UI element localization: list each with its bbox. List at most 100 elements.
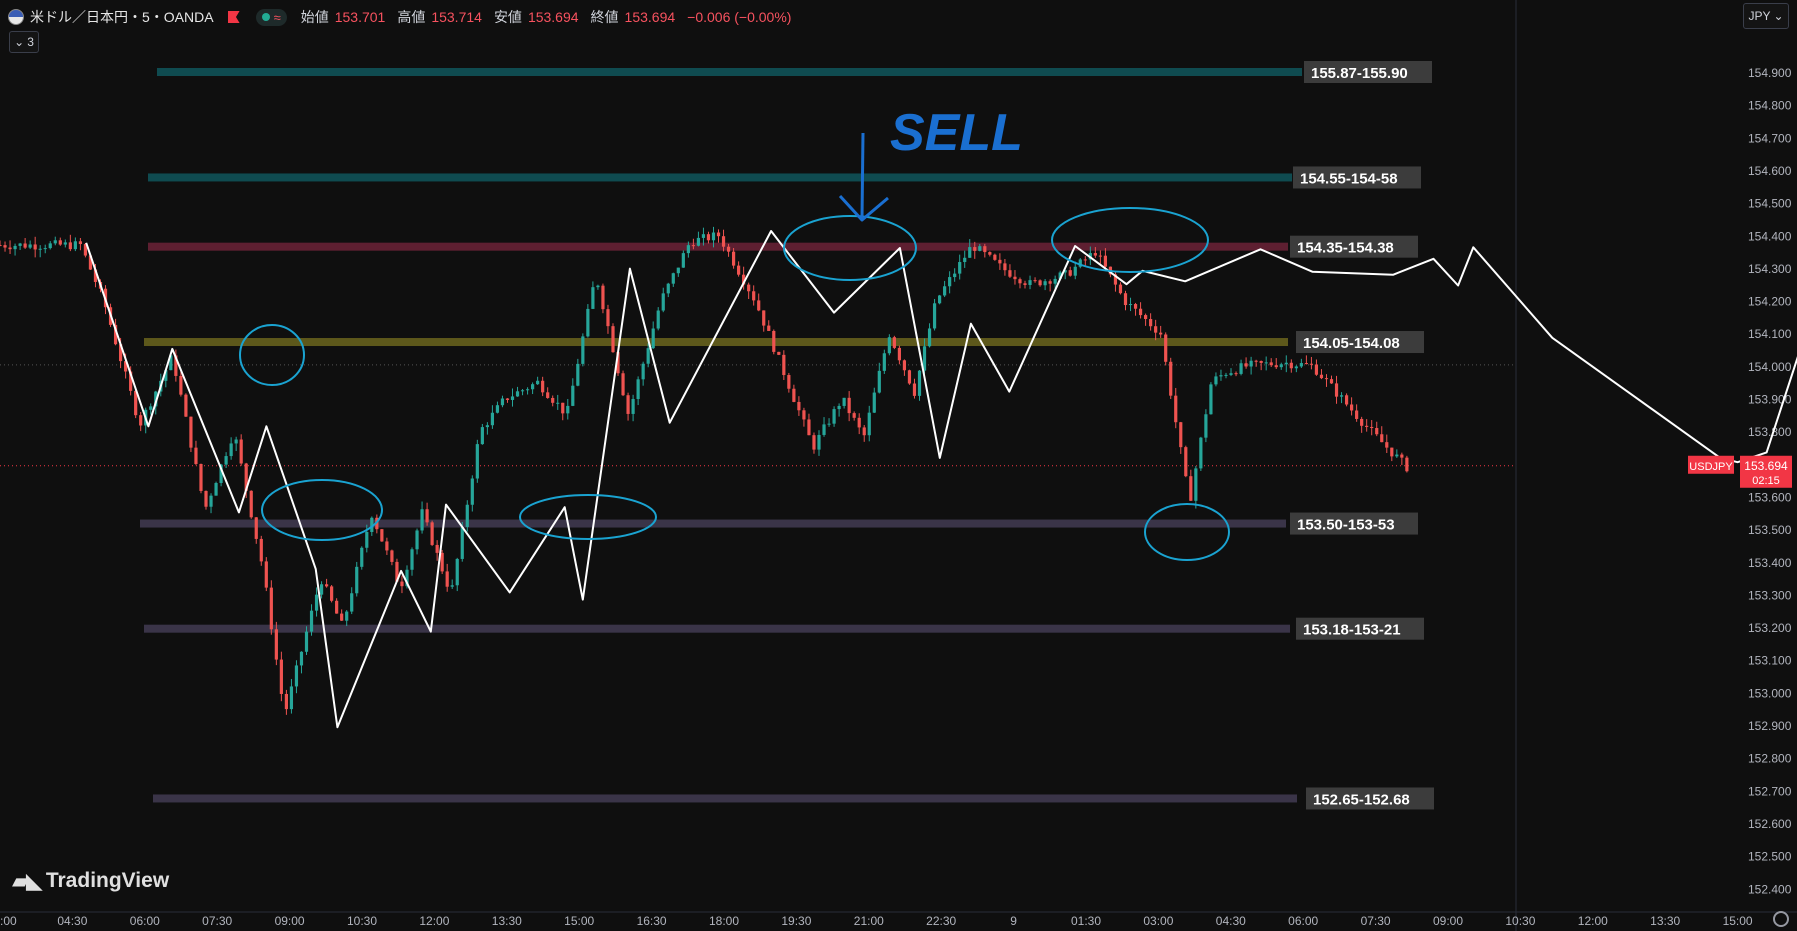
- candle-body: [1154, 326, 1158, 333]
- time-tick-label: 13:30: [1650, 914, 1680, 928]
- support-resistance-zone[interactable]: [148, 242, 1288, 251]
- price-tick-label: 153.800: [1748, 425, 1792, 439]
- support-resistance-zone[interactable]: [148, 173, 1292, 182]
- time-tick-label: 19:30: [781, 914, 811, 928]
- candle-body: [902, 360, 907, 371]
- time-tick-label: 09:00: [1433, 914, 1463, 928]
- candle-body: [309, 610, 314, 632]
- price-tick-label: 153.100: [1748, 654, 1792, 668]
- candle-body: [1390, 447, 1394, 457]
- candle-body: [289, 686, 294, 710]
- price-tick-label: 154.600: [1748, 164, 1792, 178]
- symbol-title[interactable]: 米ドル／日本円・5・OANDA: [30, 7, 214, 27]
- candle-body: [1169, 361, 1173, 396]
- candle-body: [1329, 379, 1334, 384]
- candle-body: [1284, 362, 1288, 365]
- candle-body: [445, 571, 449, 587]
- candle-body: [837, 405, 841, 410]
- support-resistance-zone[interactable]: [144, 338, 1288, 347]
- candle-body: [269, 587, 273, 630]
- candle-body: [1133, 304, 1138, 309]
- indicators-toggle-button[interactable]: ⌄ 3: [9, 31, 39, 53]
- candle-body: [867, 412, 871, 436]
- candle-body: [229, 443, 233, 457]
- market-status-pill[interactable]: ≈: [255, 8, 287, 26]
- price-tick-label: 153.300: [1748, 588, 1792, 602]
- candle-body: [475, 444, 479, 479]
- time-tick-label: 06:00: [130, 914, 160, 928]
- candle-body: [561, 402, 565, 414]
- close-value: 153.694: [624, 9, 676, 25]
- price-tick-label: 154.400: [1748, 229, 1792, 243]
- candle-body: [1294, 366, 1298, 369]
- candle-body: [1360, 418, 1364, 426]
- candle-body: [531, 384, 535, 390]
- candle-body: [239, 439, 243, 464]
- zone-label: 152.65-152.68: [1313, 791, 1410, 808]
- candle-body: [1254, 360, 1258, 362]
- candle-body: [611, 326, 615, 353]
- candle-body: [254, 517, 258, 539]
- candle-body: [1194, 468, 1198, 501]
- candle-body: [541, 380, 545, 393]
- candle-body: [520, 390, 525, 392]
- candle-body: [179, 375, 183, 395]
- currency-button[interactable]: JPY ⌄: [1743, 3, 1789, 29]
- delayed-data-icon: ≈: [273, 9, 281, 25]
- price-tick-label: 152.600: [1748, 817, 1792, 831]
- time-tick-label: 22:30: [926, 914, 956, 928]
- support-resistance-zone[interactable]: [140, 519, 1286, 528]
- candle-body: [465, 504, 469, 527]
- candle-body: [802, 410, 806, 420]
- support-resistance-zone[interactable]: [144, 624, 1290, 633]
- candle-body: [807, 419, 811, 436]
- candle-body: [485, 425, 489, 428]
- candle-body: [1279, 364, 1283, 368]
- time-tick-label: 9: [1010, 914, 1017, 928]
- candle-body: [525, 389, 530, 391]
- candle-body: [932, 303, 937, 329]
- candle-body: [425, 509, 429, 523]
- candle-body: [943, 286, 947, 296]
- candle-body: [953, 273, 957, 278]
- time-tick-label: 15:00: [1723, 914, 1753, 928]
- support-resistance-zone[interactable]: [153, 794, 1297, 803]
- candle-body: [1018, 279, 1022, 284]
- candle-body: [666, 283, 670, 294]
- candle-body: [656, 310, 660, 329]
- candle-body: [58, 240, 62, 245]
- candle-body: [792, 388, 796, 402]
- support-resistance-zone[interactable]: [157, 68, 1302, 76]
- candle-body: [576, 363, 580, 386]
- candle-body: [360, 547, 364, 567]
- candle-body: [1174, 395, 1178, 423]
- flag-marker-icon[interactable]: [227, 11, 240, 23]
- candle-body: [1184, 447, 1188, 477]
- candle-body: [435, 544, 439, 553]
- candle-body: [1355, 410, 1359, 419]
- candle-body: [857, 417, 861, 428]
- candle-body: [324, 584, 329, 587]
- candle-body: [973, 247, 977, 251]
- candle-body: [556, 402, 560, 404]
- candle-body: [812, 435, 816, 450]
- open-label: 始値: [300, 9, 329, 25]
- sell-arrow-shaft[interactable]: [860, 132, 865, 219]
- candle-body: [606, 309, 610, 327]
- indicator-count: 3: [27, 35, 34, 49]
- candle-body: [1159, 332, 1163, 335]
- gear-icon[interactable]: [1773, 911, 1789, 927]
- candle-body: [686, 245, 690, 254]
- chevron-down-icon: ⌄: [1773, 9, 1784, 23]
- candle-body: [817, 434, 821, 450]
- price-chart[interactable]: 154.900 154.800 154.700 154.600 154.500 154.4…: [0, 0, 1797, 931]
- candle-body: [1229, 373, 1233, 375]
- candle-body: [882, 353, 886, 371]
- time-tick-label: 10:30: [1505, 914, 1535, 928]
- candle-body: [1149, 319, 1153, 327]
- tradingview-logo[interactable]: ▰◣ TradingView: [12, 868, 169, 894]
- candle-body: [249, 490, 253, 518]
- candle-body: [1123, 293, 1128, 306]
- zone-label: 153.50-153-53: [1297, 517, 1395, 534]
- candle-body: [852, 413, 856, 418]
